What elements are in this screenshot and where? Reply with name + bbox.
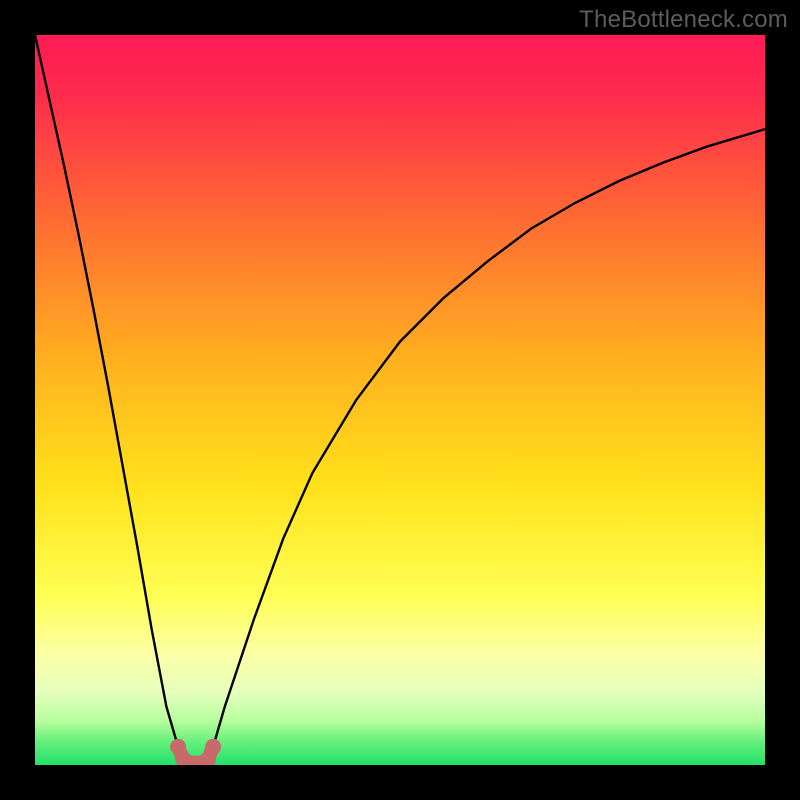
chart-svg <box>35 35 765 765</box>
valley-marker-dot <box>205 739 221 755</box>
gradient-background <box>35 35 765 765</box>
chart-frame: TheBottleneck.com <box>0 0 800 800</box>
watermark-text: TheBottleneck.com <box>579 6 788 34</box>
plot-area <box>35 35 765 765</box>
